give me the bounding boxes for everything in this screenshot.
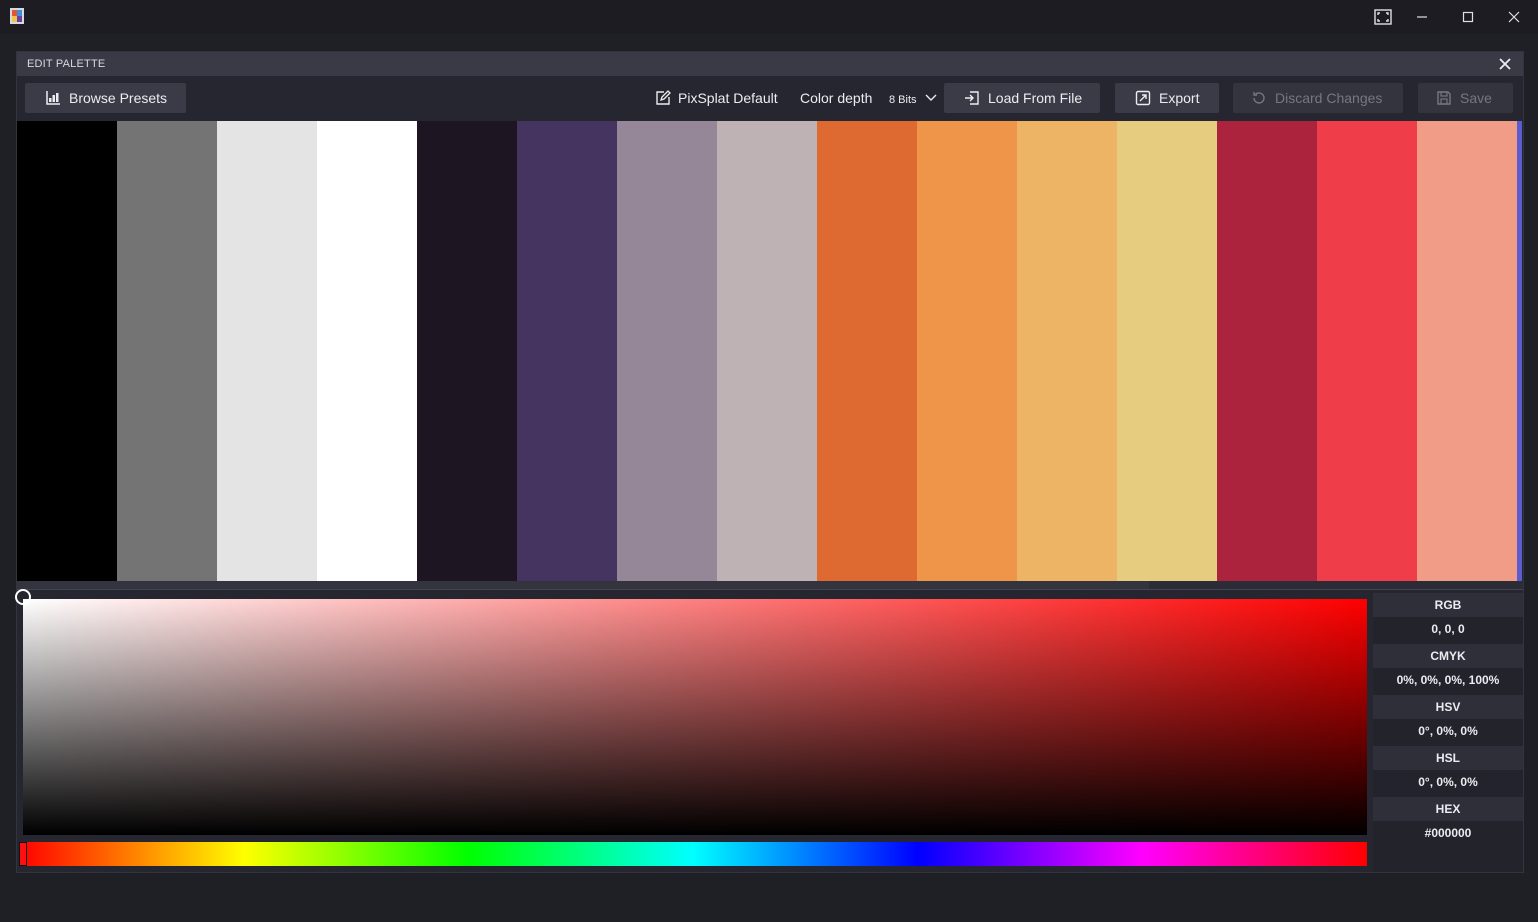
save-label: Save <box>1460 90 1492 106</box>
discard-changes-button[interactable]: Discard Changes <box>1233 83 1403 113</box>
rgb-value[interactable]: 0, 0, 0 <box>1373 617 1523 641</box>
undo-icon <box>1253 92 1265 104</box>
import-icon <box>965 91 979 105</box>
window-close-icon[interactable] <box>1500 5 1528 29</box>
color-depth-label: Color depth <box>800 90 873 106</box>
dialog-header: EDIT PALETTE <box>17 52 1523 76</box>
export-icon <box>1135 90 1151 106</box>
palette-swatch[interactable] <box>517 121 617 581</box>
export-label: Export <box>1159 90 1200 106</box>
hex-value[interactable]: #000000 <box>1373 821 1523 845</box>
hsv-label: HSV <box>1373 695 1523 719</box>
palette-swatch[interactable] <box>17 121 117 581</box>
save-button[interactable]: Save <box>1418 83 1513 113</box>
saturation-value-handle[interactable] <box>15 589 31 605</box>
cmyk-label: CMYK <box>1373 644 1523 668</box>
browse-presets-button[interactable]: Browse Presets <box>25 83 186 113</box>
palette-swatch[interactable] <box>1217 121 1317 581</box>
cmyk-value[interactable]: 0%, 0%, 0%, 100% <box>1373 668 1523 692</box>
color-info-panel: RGB 0, 0, 0 CMYK 0%, 0%, 0%, 100% HSV 0°… <box>1373 593 1523 872</box>
palette-swatch[interactable] <box>417 121 517 581</box>
hsv-value[interactable]: 0°, 0%, 0% <box>1373 719 1523 743</box>
palette-name[interactable]: PixSplat Default <box>655 83 778 113</box>
palette-swatch[interactable] <box>817 121 917 581</box>
divider <box>17 589 1523 590</box>
fullscreen-icon[interactable] <box>1369 5 1397 29</box>
palette-swatch[interactable] <box>1017 121 1117 581</box>
load-from-file-button[interactable]: Load From File <box>944 83 1100 113</box>
palette-swatch[interactable] <box>317 121 417 581</box>
hue-slider[interactable] <box>19 842 1367 866</box>
dialog-close-icon[interactable] <box>1497 56 1513 72</box>
hex-label: HEX <box>1373 797 1523 821</box>
window-footer <box>0 873 1538 922</box>
palette-swatch[interactable] <box>917 121 1017 581</box>
browse-presets-label: Browse Presets <box>69 90 168 106</box>
saturation-value-picker[interactable] <box>23 599 1367 835</box>
palette-swatch[interactable] <box>117 121 217 581</box>
swatch-scrollbar-thumb[interactable] <box>17 581 1149 589</box>
selection-indicator <box>1517 121 1522 581</box>
hsl-label: HSL <box>1373 746 1523 770</box>
palette-swatch[interactable] <box>1417 121 1517 581</box>
edit-palette-dialog: EDIT PALETTE Browse Presets PixSplat Def… <box>15 51 1524 873</box>
chevron-down-icon <box>925 94 937 101</box>
palette-swatches <box>17 121 1523 581</box>
maximize-icon[interactable] <box>1454 5 1482 29</box>
hue-slider-handle[interactable] <box>19 842 27 866</box>
minimize-icon[interactable] <box>1408 5 1436 29</box>
window-titlebar <box>0 0 1538 34</box>
color-depth-value: 8 Bits <box>889 93 917 106</box>
rgb-label: RGB <box>1373 593 1523 617</box>
palette-swatch[interactable] <box>217 121 317 581</box>
export-button[interactable]: Export <box>1115 83 1219 113</box>
palette-swatch[interactable] <box>1317 121 1417 581</box>
palette-swatch[interactable] <box>1117 121 1217 581</box>
discard-changes-label: Discard Changes <box>1275 90 1383 106</box>
edit-icon <box>656 90 671 105</box>
toolbar: Browse Presets PixSplat Default Color de… <box>17 76 1523 121</box>
save-icon <box>1437 91 1451 105</box>
hsl-value[interactable]: 0°, 0%, 0% <box>1373 770 1523 794</box>
load-from-file-label: Load From File <box>988 90 1083 106</box>
presets-icon <box>46 91 60 105</box>
color-depth-select[interactable]: 8 Bits <box>889 83 937 113</box>
palette-swatch[interactable] <box>617 121 717 581</box>
app-icon <box>10 8 24 24</box>
palette-name-label: PixSplat Default <box>678 90 778 106</box>
palette-swatch[interactable] <box>717 121 817 581</box>
dialog-title: EDIT PALETTE <box>27 58 106 70</box>
